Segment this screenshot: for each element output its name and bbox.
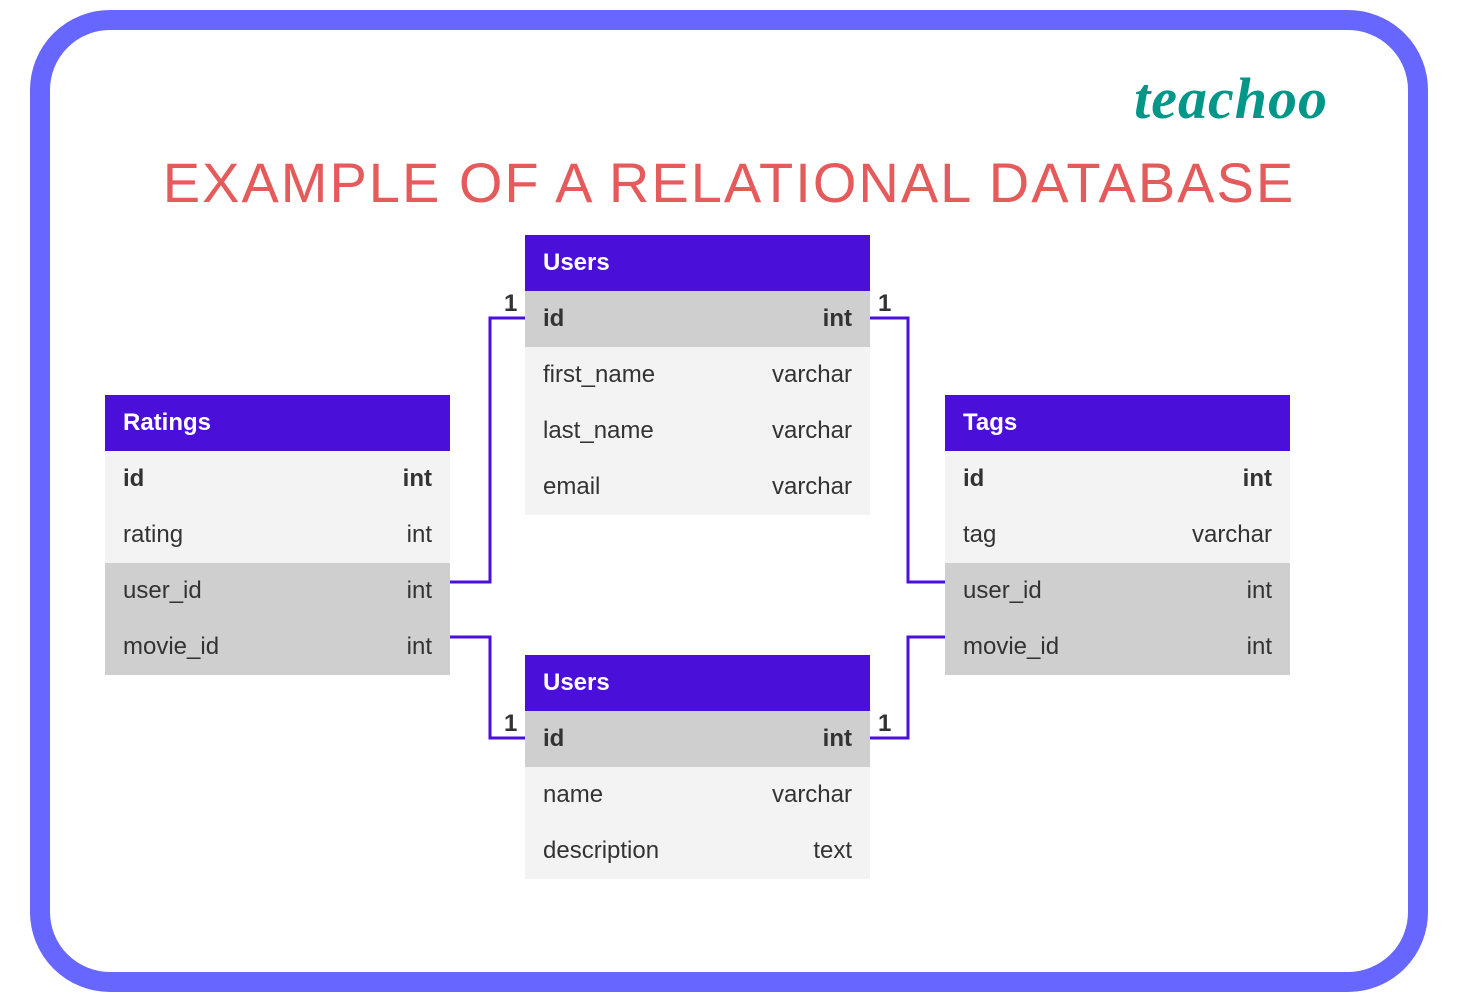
table-users-bottom: Users id int name varchar description text (525, 655, 870, 879)
column-name: user_id (963, 577, 1042, 605)
column-type: text (813, 837, 852, 865)
table-users-bottom-header: Users (525, 655, 870, 711)
column-type: int (1247, 577, 1272, 605)
column-type: int (1247, 633, 1272, 661)
table-ratings: Ratings idintratingintuser_idintmovie_id… (105, 395, 450, 675)
table-row: movie_id int (945, 619, 1290, 675)
cardinality-label: 1 (878, 290, 891, 318)
column-name: id (963, 465, 984, 493)
table-row: tag varchar (945, 507, 1290, 563)
column-name: description (543, 837, 659, 865)
page-title: EXAMPLE OF A RELATIONAL DATABASE (50, 150, 1408, 215)
table-row: last_name varchar (525, 403, 870, 459)
column-type: int (407, 577, 432, 605)
column-type: varchar (772, 361, 852, 389)
table-ratings-header: Ratings (105, 395, 450, 451)
column-type: int (823, 725, 852, 753)
column-name: movie_id (963, 633, 1059, 661)
column-name: last_name (543, 417, 654, 445)
column-type: varchar (1192, 521, 1272, 549)
cardinality-label: 1 (878, 710, 891, 738)
brand-logo: teachoo (1134, 65, 1328, 132)
table-users-top-header: Users (525, 235, 870, 291)
column-name: movie_id (123, 633, 219, 661)
column-name: id (543, 305, 564, 333)
table-row: name varchar (525, 767, 870, 823)
column-name: id (543, 725, 564, 753)
table-row: rating int (105, 507, 450, 563)
column-name: email (543, 473, 600, 501)
table-row: email varchar (525, 459, 870, 515)
column-type: varchar (772, 781, 852, 809)
column-type: int (1243, 465, 1272, 493)
column-name: first_name (543, 361, 655, 389)
table-row: movie_id int (105, 619, 450, 675)
column-type: varchar (772, 473, 852, 501)
column-type: int (403, 465, 432, 493)
column-type: int (407, 633, 432, 661)
table-users-top: Users idintfirst_namevarcharlast_namevar… (525, 235, 870, 515)
table-tags: Tags idinttagvarcharuser_idintmovie_idin… (945, 395, 1290, 675)
column-name: id (123, 465, 144, 493)
column-name: tag (963, 521, 996, 549)
table-row: user_id int (105, 563, 450, 619)
table-row: description text (525, 823, 870, 879)
column-name: user_id (123, 577, 202, 605)
column-type: int (407, 521, 432, 549)
table-row: id int (525, 711, 870, 767)
table-tags-header: Tags (945, 395, 1290, 451)
column-name: name (543, 781, 603, 809)
table-row: id int (105, 451, 450, 507)
table-row: user_id int (945, 563, 1290, 619)
column-name: rating (123, 521, 183, 549)
cardinality-label: 1 (504, 290, 517, 318)
column-type: int (823, 305, 852, 333)
table-row: id int (945, 451, 1290, 507)
table-row: first_name varchar (525, 347, 870, 403)
cardinality-label: 1 (504, 710, 517, 738)
table-row: id int (525, 291, 870, 347)
column-type: varchar (772, 417, 852, 445)
